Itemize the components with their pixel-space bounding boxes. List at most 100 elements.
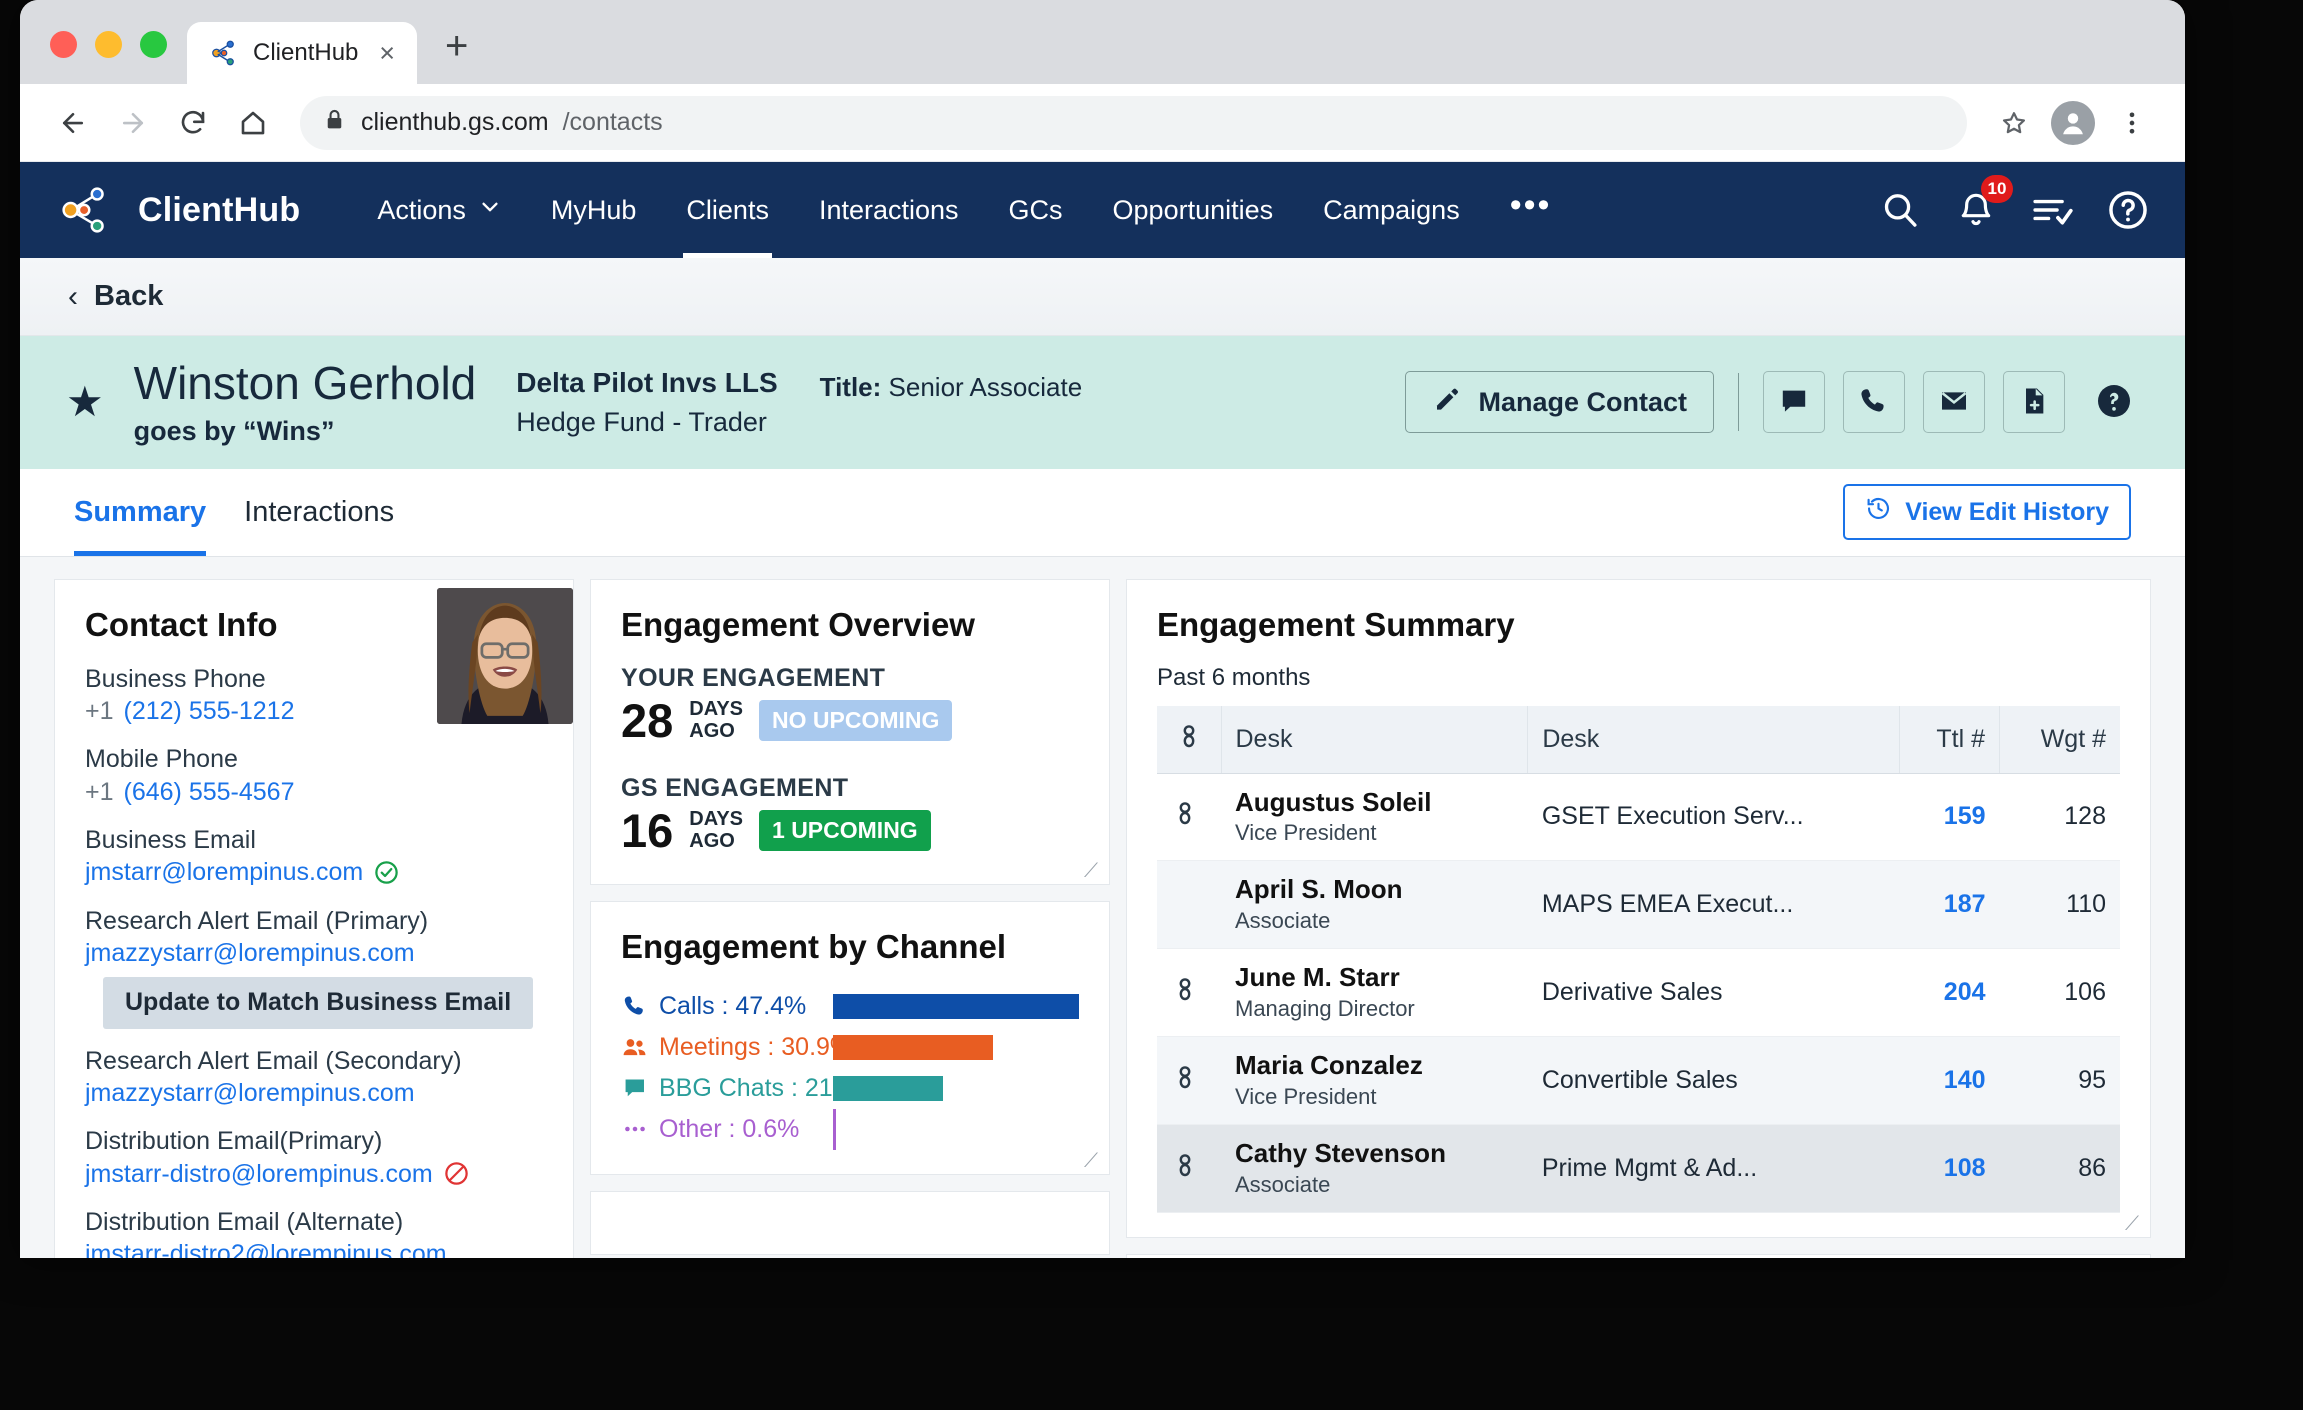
row-ttl-cell[interactable]: 140 — [1899, 1036, 2000, 1126]
chat-bubble-icon — [1778, 385, 1810, 420]
browser-window: ClientHub × + clienthub.gs.com /contacts… — [20, 0, 2185, 1258]
field-value: jmazzystarr@lorempinus.com — [85, 939, 415, 968]
new-tab-button[interactable]: + — [417, 26, 496, 84]
back-button[interactable]: Back — [94, 280, 163, 313]
add-note-action-button[interactable] — [2003, 371, 2065, 434]
row-person-icon-cell — [1157, 860, 1221, 950]
table-row[interactable]: Cathy Stevenson Associate Prime Mgmt & A… — [1157, 1124, 2120, 1213]
header-help-button[interactable] — [2083, 371, 2145, 433]
task-list-icon[interactable] — [2029, 187, 2075, 233]
nav-item-interactions[interactable]: Interactions — [794, 162, 984, 258]
research-alert-primary-value[interactable]: jmazzystarr@lorempinus.com — [85, 937, 543, 970]
row-desk-cell: Prime Mgmt & Ad... — [1527, 1124, 1900, 1213]
update-to-match-business-email-button[interactable]: Update to Match Business Email — [103, 976, 534, 1029]
business-email-value[interactable]: jmstarr@lorempinus.com — [85, 856, 543, 889]
ellipsis-icon — [621, 1116, 648, 1142]
row-person-icon-cell — [1157, 948, 1221, 1038]
column-header-desk[interactable]: Desk — [1527, 705, 1901, 774]
table-row[interactable]: June M. Starr Managing Director Derivati… — [1157, 948, 2120, 1038]
chart-label-text: Calls : 47.4% — [659, 991, 807, 1020]
manage-contact-button[interactable]: Manage Contact — [1405, 371, 1714, 434]
person-name: April S. Moon — [1235, 874, 1403, 905]
nav-item-clients[interactable]: Clients — [661, 162, 794, 258]
mobile-phone-value[interactable]: +1 (646) 555-4567 — [85, 776, 543, 809]
chevron-down-icon — [479, 196, 501, 224]
row-ttl-cell[interactable]: 159 — [1899, 773, 2000, 862]
row-wgt-cell: 128 — [1999, 773, 2120, 862]
view-edit-history-button[interactable]: View Edit History — [1843, 484, 2131, 541]
column-header-person[interactable]: Desk — [1221, 705, 1529, 774]
column-header-wgt[interactable]: Wgt # — [1999, 705, 2120, 774]
nav-item-gcs[interactable]: GCs — [984, 162, 1088, 258]
row-ttl-cell[interactable]: 108 — [1899, 1124, 2000, 1213]
chat-action-button[interactable] — [1763, 371, 1825, 434]
nav-item-myhub[interactable]: MyHub — [526, 162, 662, 258]
call-action-button[interactable] — [1843, 371, 1905, 434]
column-header-ttl[interactable]: Ttl # — [1899, 705, 2001, 774]
row-person-cell: Augustus Soleil Vice President — [1221, 773, 1528, 862]
field-value: jmstarr-distro2@lorempinus.com — [85, 1240, 447, 1258]
research-alert-secondary-value[interactable]: jmazzystarr@lorempinus.com — [85, 1077, 543, 1110]
contact-field: Research Alert Email (Secondary) jmazzys… — [85, 1046, 543, 1110]
row-desk-cell: Derivative Sales — [1527, 948, 1900, 1038]
bell-icon[interactable]: 10 — [1953, 175, 2013, 233]
chart-label-text: Other : 0.6% — [659, 1114, 800, 1143]
contact-field: Business Email jmstarr@lorempinus.com — [85, 825, 543, 889]
chevron-left-icon: ‹ — [68, 279, 78, 313]
chart-row-bbg-chats: BBG Chats : 21.1% — [621, 1068, 1079, 1109]
gs-engagement-section: GS ENGAGEMENT 16 DAYS AGO 1 UPCOMING — [621, 774, 1079, 854]
field-label: Mobile Phone — [85, 745, 238, 774]
contact-info-card: Contact Info Business Phone +1 (212) 555… — [54, 578, 574, 1258]
row-ttl-cell[interactable]: 204 — [1899, 948, 2000, 1038]
field-value: jmstarr@lorempinus.com — [85, 858, 364, 887]
nav-item-opportunities[interactable]: Opportunities — [1088, 162, 1299, 258]
column-header-person-icon[interactable] — [1157, 705, 1222, 774]
table-row[interactable]: Maria Conzalez Vice President Convertibl… — [1157, 1036, 2120, 1126]
chart-row-meetings: Meetings : 30.9% — [621, 1027, 1079, 1068]
close-icon[interactable]: × — [379, 39, 395, 67]
resize-handle-icon[interactable]: ⟋ — [2125, 1214, 2143, 1234]
your-engagement-section: YOUR ENGAGEMENT 28 DAYS AGO NO UPCOMING — [621, 664, 1079, 744]
resize-handle-icon[interactable]: ⟋ — [1084, 1151, 1102, 1171]
row-person-cell: April S. Moon Associate — [1221, 860, 1528, 950]
nav-item-campaigns[interactable]: Campaigns — [1298, 162, 1485, 258]
search-icon[interactable] — [1877, 187, 1923, 233]
home-icon[interactable] — [226, 96, 280, 150]
contact-field: Distribution Email (Alternate) jmstarr-d… — [85, 1207, 543, 1258]
unit-line-2: AGO — [689, 830, 735, 853]
back-arrow-icon[interactable] — [46, 96, 100, 150]
nav-icon-group: 10 — [1877, 175, 2151, 233]
forward-arrow-icon[interactable] — [106, 96, 160, 150]
tab-summary[interactable]: Summary — [74, 469, 207, 556]
person-role: Vice President — [1235, 820, 1377, 846]
row-ttl-cell[interactable]: 187 — [1899, 860, 2000, 950]
distribution-email-alternate-value[interactable]: jmstarr-distro2@lorempinus.com — [85, 1238, 543, 1258]
resize-handle-icon[interactable]: ⟋ — [1084, 861, 1102, 881]
distribution-email-primary-value[interactable]: jmstarr-distro@lorempinus.com — [85, 1158, 543, 1191]
help-circle-icon[interactable] — [2105, 187, 2151, 233]
table-row[interactable]: Augustus Soleil Vice President GSET Exec… — [1157, 773, 2120, 862]
content-column-left: Contact Info Business Phone +1 (212) 555… — [54, 578, 574, 1258]
reload-icon[interactable] — [166, 96, 220, 150]
unit-line-2: AGO — [689, 720, 735, 743]
profile-avatar-icon[interactable] — [2051, 100, 2095, 145]
nav-item-label: GCs — [1008, 194, 1063, 225]
three-dot-menu-icon[interactable] — [2105, 96, 2159, 150]
browser-tab-strip: ClientHub × + — [20, 0, 2185, 84]
engagement-overview-title: Engagement Overview — [621, 605, 975, 643]
table-row[interactable]: April S. Moon Associate MAPS EMEA Execut… — [1157, 860, 2120, 950]
bookmark-star-icon[interactable] — [1987, 96, 2041, 150]
star-filled-icon[interactable]: ★ — [66, 381, 104, 423]
close-window-button[interactable] — [50, 31, 77, 58]
minimize-window-button[interactable] — [95, 31, 122, 58]
tab-interactions[interactable]: Interactions — [244, 469, 394, 556]
nav-item-actions[interactable]: Actions — [352, 162, 526, 258]
email-action-button[interactable] — [1923, 371, 1985, 434]
browser-tab[interactable]: ClientHub × — [187, 22, 417, 84]
gs-engagement-days: 16 — [621, 803, 674, 857]
nav-overflow-button[interactable]: ••• — [1485, 162, 1577, 258]
placeholder-card-right — [1126, 1253, 2151, 1258]
address-bar[interactable]: clienthub.gs.com/contacts — [300, 95, 1967, 150]
maximize-window-button[interactable] — [140, 31, 167, 58]
row-person-icon-cell — [1157, 773, 1221, 862]
